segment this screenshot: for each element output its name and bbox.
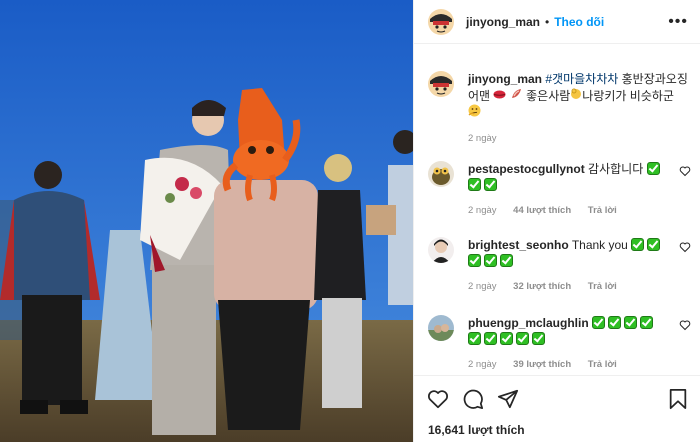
green-check-icon	[484, 332, 497, 345]
comment-like-icon[interactable]	[679, 319, 691, 331]
bacon-icon	[511, 89, 521, 98]
follow-button[interactable]: Theo dõi	[554, 15, 604, 29]
green-check-icon	[484, 178, 497, 191]
green-check-icon	[631, 238, 645, 251]
avatar-icon	[428, 71, 454, 97]
photo-illustration	[0, 0, 413, 442]
comment-item: pestapestocgullynot 감사합니다 2 ngày 44 lượt…	[428, 161, 693, 219]
comment-time[interactable]: 2 ngày	[468, 359, 497, 370]
comment-body: pestapestocgullynot 감사합니다 2 ngày 44 lượt…	[468, 161, 668, 219]
separator-dot: •	[545, 14, 550, 29]
comment-text: 감사합니다	[588, 162, 644, 176]
thinking-face-icon	[468, 104, 481, 117]
comment-likes[interactable]: 44 lượt thích	[513, 205, 571, 216]
caption-username[interactable]: jinyong_man	[468, 72, 542, 86]
green-check-icon	[468, 254, 481, 267]
avatar-icon	[428, 315, 454, 341]
comment-icon[interactable]	[462, 388, 484, 410]
share-icon[interactable]	[497, 388, 519, 410]
comment-username[interactable]: brightest_seonho	[468, 238, 569, 252]
comment-meta: 2 ngày 44 lượt thích Trả lời	[468, 203, 668, 219]
comment-like-icon[interactable]	[679, 165, 691, 177]
green-check-icon	[646, 162, 660, 175]
caption-body: jinyong_man #갯마을차차차 홍반장과오징어맨 좋은사람 나랑키가 비슷…	[468, 71, 688, 147]
caption-time[interactable]: 2 ngày	[468, 133, 497, 144]
avatar-icon	[428, 161, 454, 187]
post-header: jinyong_man • Theo dõi •••	[414, 0, 700, 44]
post-photo[interactable]	[0, 0, 413, 442]
caption-text-3: 나랑키가 비슷하군	[582, 89, 674, 103]
heart-icon[interactable]	[427, 388, 449, 410]
reply-button[interactable]: Trả lời	[588, 359, 617, 370]
comment-meta: 2 ngày 39 lượt thích Trả lời	[468, 357, 668, 373]
comment-item: phuengp_mclaughlin 2 ngày 39 lượt thích …	[428, 315, 693, 373]
avatar-icon	[428, 237, 454, 263]
avatar[interactable]	[428, 8, 454, 35]
comment-likes[interactable]: 39 lượt thích	[513, 359, 571, 370]
caption-meta: 2 ngày	[468, 131, 688, 147]
post-caption: jinyong_man #갯마을차차차 홍반장과오징어맨 좋은사람 나랑키가 비슷…	[428, 71, 693, 147]
green-check-icon	[500, 254, 513, 267]
comment-username[interactable]: phuengp_mclaughlin	[468, 316, 589, 330]
avatar-icon	[428, 8, 454, 35]
comment-body: brightest_seonho Thank you 2 ngày 32 lượ…	[468, 237, 668, 295]
caption-avatar[interactable]	[428, 71, 454, 97]
post-actions: 16,641 lượt thích	[414, 375, 700, 442]
comments-list[interactable]: jinyong_man #갯마을차차차 홍반장과오징어맨 좋은사람 나랑키가 비슷…	[414, 44, 700, 374]
comment-text: Thank you	[571, 238, 628, 252]
green-check-icon	[592, 316, 606, 329]
comment-avatar[interactable]	[428, 237, 454, 263]
more-options-icon[interactable]: •••	[668, 13, 688, 31]
lips-icon	[493, 90, 506, 99]
ok-hand-icon	[571, 88, 582, 99]
green-check-icon	[516, 332, 529, 345]
green-check-icon	[640, 316, 654, 329]
comment-meta: 2 ngày 32 lượt thích Trả lời	[468, 279, 668, 295]
header-username[interactable]: jinyong_man	[466, 15, 540, 29]
comment-avatar[interactable]	[428, 315, 454, 341]
green-check-icon	[532, 332, 545, 345]
comment-like-icon[interactable]	[679, 241, 691, 253]
green-check-icon	[624, 316, 638, 329]
post-side-panel: jinyong_man • Theo dõi ••• jinyong_man #…	[413, 0, 700, 442]
green-check-icon	[500, 332, 513, 345]
reply-button[interactable]: Trả lời	[588, 281, 617, 292]
caption-hashtag[interactable]: #갯마을차차차	[545, 72, 618, 86]
green-check-icon	[484, 254, 497, 267]
comment-likes[interactable]: 32 lượt thích	[513, 281, 571, 292]
comment-body: phuengp_mclaughlin 2 ngày 39 lượt thích …	[468, 315, 668, 373]
instagram-post: jinyong_man • Theo dõi ••• jinyong_man #…	[0, 0, 700, 442]
likes-count[interactable]: 16,641 lượt thích	[428, 423, 525, 437]
bookmark-icon[interactable]	[668, 388, 688, 410]
action-icons	[427, 388, 688, 412]
comment-time[interactable]: 2 ngày	[468, 281, 497, 292]
reply-button[interactable]: Trả lời	[588, 205, 617, 216]
green-check-icon	[468, 178, 481, 191]
green-check-icon	[608, 316, 622, 329]
comment-username[interactable]: pestapestocgullynot	[468, 162, 585, 176]
comment-item: brightest_seonho Thank you 2 ngày 32 lượ…	[428, 237, 693, 295]
green-check-icon	[647, 238, 661, 251]
comment-avatar[interactable]	[428, 161, 454, 187]
green-check-icon	[468, 332, 481, 345]
comment-time[interactable]: 2 ngày	[468, 205, 497, 216]
caption-text-2: 좋은사람	[522, 89, 571, 103]
